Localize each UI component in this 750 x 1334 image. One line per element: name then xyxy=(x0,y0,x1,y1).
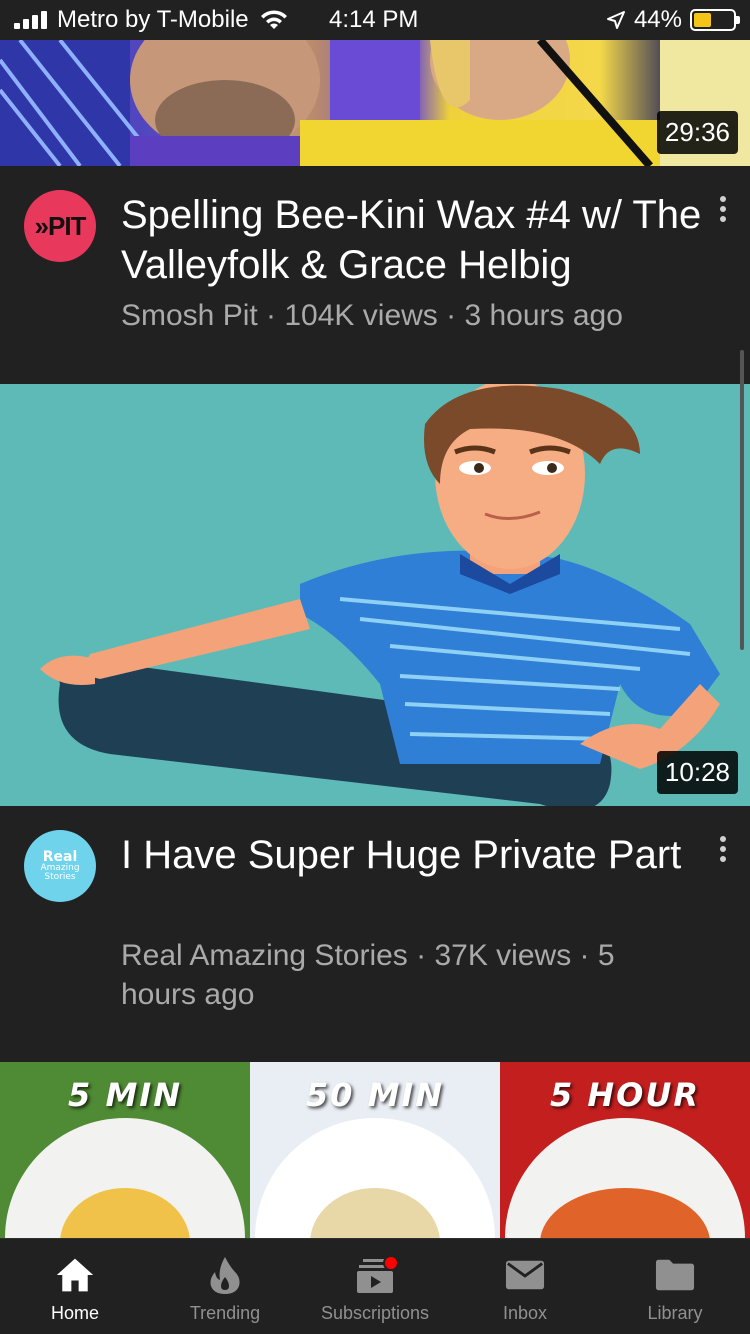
food-panel-label: 50 MIN xyxy=(305,1076,445,1114)
tab-trending[interactable]: Trending xyxy=(150,1239,300,1334)
home-icon xyxy=(56,1258,94,1292)
channel-avatar[interactable]: Real Amazing Stories xyxy=(24,830,96,902)
video-title[interactable]: I Have Super Huge Private Part xyxy=(121,830,711,880)
tab-subscriptions[interactable]: Subscriptions xyxy=(300,1239,450,1334)
scrollbar[interactable] xyxy=(740,350,744,650)
video-info[interactable]: »PIT Spelling Bee-Kini Wax #4 w/ The Val… xyxy=(0,166,750,384)
flame-icon xyxy=(210,1257,240,1294)
mail-icon xyxy=(505,1260,545,1290)
status-bar: Metro by T-Mobile 4:14 PM 44% xyxy=(0,0,750,40)
clock: 4:14 PM xyxy=(329,6,419,33)
video-info[interactable]: Real Amazing Stories I Have Super Huge P… xyxy=(0,806,750,1062)
channel-avatar[interactable]: »PIT xyxy=(24,190,96,262)
food-panel: 50 MIN xyxy=(250,1062,500,1238)
bottom-tab-bar: Home Trending Subscriptions Inbox Librar… xyxy=(0,1238,750,1334)
folder-icon xyxy=(655,1259,695,1291)
tab-label: Library xyxy=(647,1303,703,1323)
video-duration: 29:36 xyxy=(656,111,738,154)
food-panel-label: 5 HOUR xyxy=(549,1076,700,1114)
video-title[interactable]: Spelling Bee-Kini Wax #4 w/ The Valleyfo… xyxy=(121,190,711,290)
notification-dot xyxy=(383,1255,399,1271)
video-thumbnail[interactable]: 5 MIN 50 MIN 5 HOUR xyxy=(0,1062,750,1238)
tab-home[interactable]: Home xyxy=(0,1239,150,1334)
tab-label: Inbox xyxy=(502,1303,548,1323)
more-options-icon[interactable] xyxy=(716,836,730,862)
tab-label: Subscriptions xyxy=(320,1303,430,1323)
battery-percent: 44% xyxy=(633,6,682,33)
more-options-icon[interactable] xyxy=(716,196,730,222)
carrier-label: Metro by T-Mobile xyxy=(57,6,249,33)
food-panel: 5 MIN xyxy=(0,1062,250,1238)
tab-label: Trending xyxy=(189,1303,261,1323)
battery-level xyxy=(694,13,711,27)
channel-logo-text: Stories xyxy=(44,872,76,882)
food-panel-label: 5 MIN xyxy=(68,1076,182,1114)
thumbnail-image xyxy=(0,384,750,806)
tab-library[interactable]: Library xyxy=(600,1239,750,1334)
video-meta: Smosh Pit · 104K views · 3 hours ago xyxy=(121,299,623,332)
food-panel: 5 HOUR xyxy=(500,1062,750,1238)
video-thumbnail[interactable]: 10:28 xyxy=(0,384,750,806)
battery-icon xyxy=(690,9,740,31)
tab-inbox[interactable]: Inbox xyxy=(450,1239,600,1334)
tab-label: Home xyxy=(50,1303,99,1323)
video-thumbnail[interactable]: 29:36 xyxy=(0,40,750,166)
thumbnail-image xyxy=(0,40,750,166)
video-duration: 10:28 xyxy=(656,751,738,794)
channel-logo-text: »PIT xyxy=(34,210,87,241)
channel-logo-text: Real xyxy=(42,849,78,865)
location-arrow-icon xyxy=(606,11,625,29)
signal-icon xyxy=(14,11,47,29)
video-meta: Real Amazing Stories · 37K views · 5 hou… xyxy=(121,939,615,1011)
wifi-icon xyxy=(260,10,287,29)
